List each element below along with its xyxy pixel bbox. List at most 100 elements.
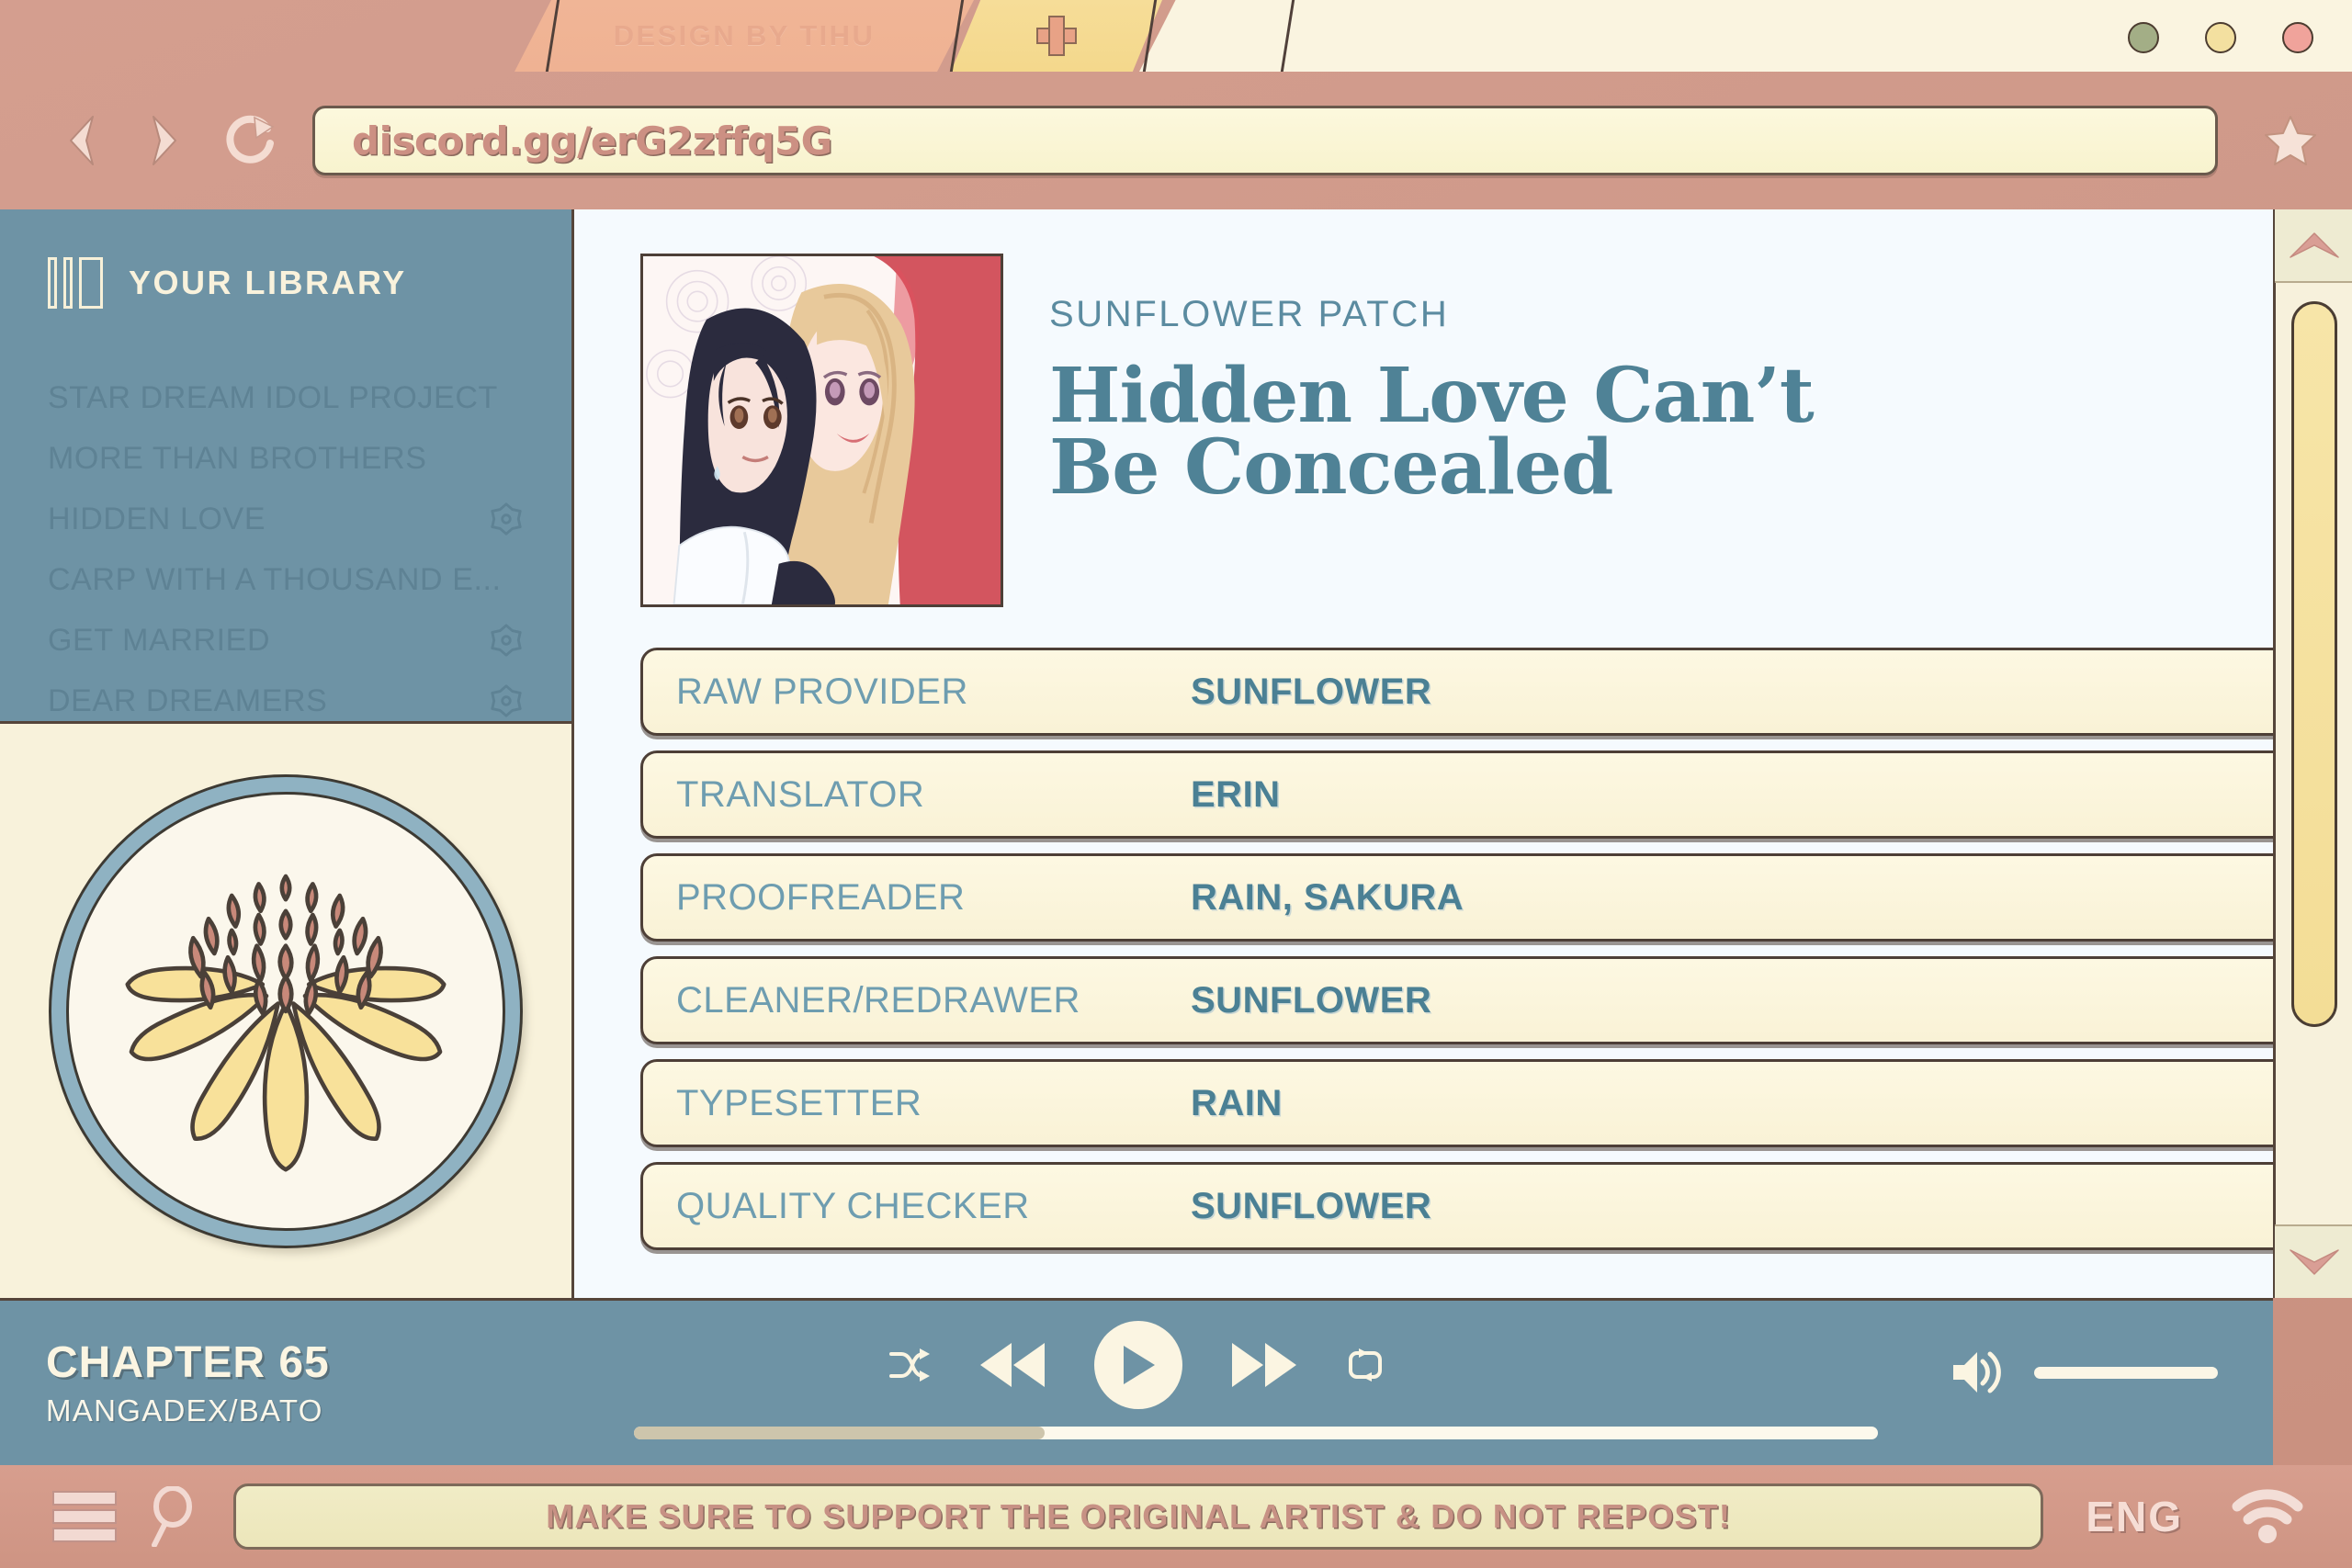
- navigation-bar: discord.gg/erG2zffq5G: [0, 72, 2352, 209]
- table-row: CLEANER/REDRAWER SUNFLOWER: [640, 956, 2302, 1044]
- sidebar-item-get-married[interactable]: GET MARRIED: [48, 610, 524, 671]
- flower-badge-icon: [491, 624, 522, 657]
- table-row: TYPESETTER RAIN: [640, 1059, 2302, 1147]
- previous-button[interactable]: [978, 1341, 1046, 1389]
- star-icon: [2265, 116, 2316, 165]
- scroll-down-button[interactable]: [2274, 1224, 2352, 1298]
- shuffle-button[interactable]: [888, 1347, 931, 1383]
- sidebar-item-carp-with-a-thousand-e[interactable]: CARP WITH A THOUSAND E...: [48, 549, 524, 610]
- sidebar-item-star-dream-idol-project[interactable]: STAR DREAM IDOL PROJECT: [48, 367, 524, 428]
- now-playing: CHAPTER 65 MANGADEX/BATO: [46, 1337, 634, 1428]
- rewind-icon: [980, 1343, 1045, 1387]
- group-name: SUNFLOWER PATCH: [1049, 294, 1450, 334]
- minimize-dot[interactable]: [2128, 22, 2159, 53]
- volume-high-icon[interactable]: [1950, 1347, 2008, 1398]
- plus-icon: [1036, 16, 1077, 56]
- cover-illustration: [643, 256, 1001, 604]
- forward-button[interactable]: [123, 98, 208, 183]
- sidebar-item-hidden-love[interactable]: HIDDEN LOVE: [48, 489, 524, 549]
- title-line-2: Be Concealed: [1049, 423, 1613, 512]
- reload-icon: [226, 115, 275, 164]
- sidebar-item-label: STAR DREAM IDOL PROJECT: [48, 379, 498, 415]
- play-icon: [1124, 1346, 1155, 1384]
- bottom-bar: MAKE SURE TO SUPPORT THE ORIGINAL ARTIST…: [0, 1465, 2352, 1568]
- credit-label: CLEANER/REDRAWER: [676, 979, 1080, 1021]
- scrollbar-thumb[interactable]: [2290, 301, 2337, 1027]
- tab-empty[interactable]: [1139, 0, 1305, 72]
- hamburger-menu-icon: [52, 1491, 117, 1542]
- credit-label: RAW PROVIDER: [676, 671, 968, 712]
- volume-control: [1950, 1347, 2218, 1398]
- progress-fill: [634, 1427, 1045, 1439]
- next-button[interactable]: [1230, 1341, 1298, 1389]
- chevron-right-icon: [153, 116, 176, 165]
- series-info: SUNFLOWER PATCH Hidden Love Can’t Be Con…: [1049, 254, 1815, 607]
- sidebar-item-label: GET MARRIED: [48, 622, 271, 658]
- scrollbar-track[interactable]: [2275, 283, 2352, 1224]
- window-controls: [2128, 22, 2313, 53]
- wifi-icon: [2232, 1489, 2303, 1543]
- credit-value: SUNFLOWER: [1191, 671, 1432, 712]
- player-bar: CHAPTER 65 MANGADEX/BATO: [0, 1298, 2273, 1465]
- tab-label: DESIGN BY TIHU: [613, 19, 876, 51]
- flower-badge-icon: [491, 502, 522, 536]
- credit-label: TRANSLATOR: [676, 773, 925, 815]
- banner-text: MAKE SURE TO SUPPORT THE ORIGINAL ARTIST…: [546, 1497, 1732, 1535]
- flower-badge-icon: [491, 684, 522, 717]
- back-button[interactable]: [39, 98, 123, 183]
- sidebar: YOUR LIBRARY STAR DREAM IDOL PROJECT MOR…: [0, 209, 574, 1298]
- support-banner: MAKE SURE TO SUPPORT THE ORIGINAL ARTIST…: [233, 1483, 2044, 1550]
- credit-value: ERIN: [1191, 773, 1281, 815]
- wifi-button[interactable]: [2223, 1488, 2312, 1545]
- logo-panel: [0, 724, 571, 1298]
- series-hero: SUNFLOWER PATCH Hidden Love Can’t Be Con…: [640, 254, 2302, 607]
- sidebar-item-dear-dreamers[interactable]: DEAR DREAMERS: [48, 671, 524, 731]
- play-button[interactable]: [1094, 1321, 1182, 1409]
- tab-strip: DESIGN BY TIHU: [0, 0, 2352, 72]
- address-bar[interactable]: discord.gg/erG2zffq5G: [312, 106, 2218, 175]
- close-dot[interactable]: [2282, 22, 2313, 53]
- table-row: RAW PROVIDER SUNFLOWER: [640, 648, 2302, 736]
- sunflower-icon: [125, 874, 447, 1172]
- fast-forward-icon: [1232, 1343, 1296, 1387]
- table-row: QUALITY CHECKER SUNFLOWER: [640, 1162, 2302, 1250]
- url-text: discord.gg/erG2zffq5G: [352, 118, 832, 164]
- menu-button[interactable]: [40, 1490, 129, 1543]
- sidebar-item-label: HIDDEN LOVE: [48, 501, 266, 536]
- credit-value: SUNFLOWER: [1191, 979, 1432, 1021]
- credit-value: RAIN: [1191, 1082, 1283, 1123]
- library-icon: [48, 257, 103, 309]
- content-area: YOUR LIBRARY STAR DREAM IDOL PROJECT MOR…: [0, 209, 2352, 1298]
- progress-bar[interactable]: [634, 1427, 1878, 1439]
- credits-table: RAW PROVIDER SUNFLOWER TRANSLATOR ERIN P…: [640, 648, 2302, 1250]
- language-selector[interactable]: ENG: [2086, 1492, 2183, 1541]
- transport-controls: [888, 1321, 1385, 1409]
- chapter-title: CHAPTER 65: [46, 1338, 330, 1387]
- scrollbar[interactable]: [2273, 209, 2352, 1298]
- library-header: YOUR LIBRARY: [48, 257, 524, 309]
- table-row: TRANSLATOR ERIN: [640, 750, 2302, 839]
- library-title: YOUR LIBRARY: [129, 264, 407, 301]
- sidebar-item-more-than-brothers[interactable]: MORE THAN BROTHERS: [48, 428, 524, 489]
- volume-slider[interactable]: [2034, 1366, 2218, 1379]
- reload-button[interactable]: [208, 98, 292, 183]
- new-tab-button[interactable]: [951, 0, 1162, 72]
- credit-label: TYPESETTER: [676, 1082, 922, 1123]
- main-panel: SUNFLOWER PATCH Hidden Love Can’t Be Con…: [574, 209, 2352, 1298]
- credit-value: RAIN, SAKURA: [1191, 876, 1464, 918]
- scroll-up-button[interactable]: [2274, 209, 2352, 283]
- page-title: Hidden Love Can’t Be Concealed: [1049, 358, 1815, 512]
- credit-label: QUALITY CHECKER: [676, 1185, 1030, 1226]
- credit-value: SUNFLOWER: [1191, 1185, 1432, 1226]
- repeat-button[interactable]: [1346, 1347, 1385, 1383]
- search-icon: [152, 1486, 192, 1547]
- tab-active[interactable]: DESIGN BY TIHU: [514, 0, 974, 72]
- chevron-down-icon: [2289, 1249, 2339, 1275]
- maximize-dot[interactable]: [2205, 22, 2236, 53]
- sidebar-item-label: DEAR DREAMERS: [48, 682, 328, 718]
- credit-label: PROOFREADER: [676, 876, 966, 918]
- search-button[interactable]: [129, 1486, 217, 1547]
- bookmark-button[interactable]: [2249, 115, 2332, 166]
- cover-art: [640, 254, 1003, 607]
- table-row: PROOFREADER RAIN, SAKURA: [640, 853, 2302, 942]
